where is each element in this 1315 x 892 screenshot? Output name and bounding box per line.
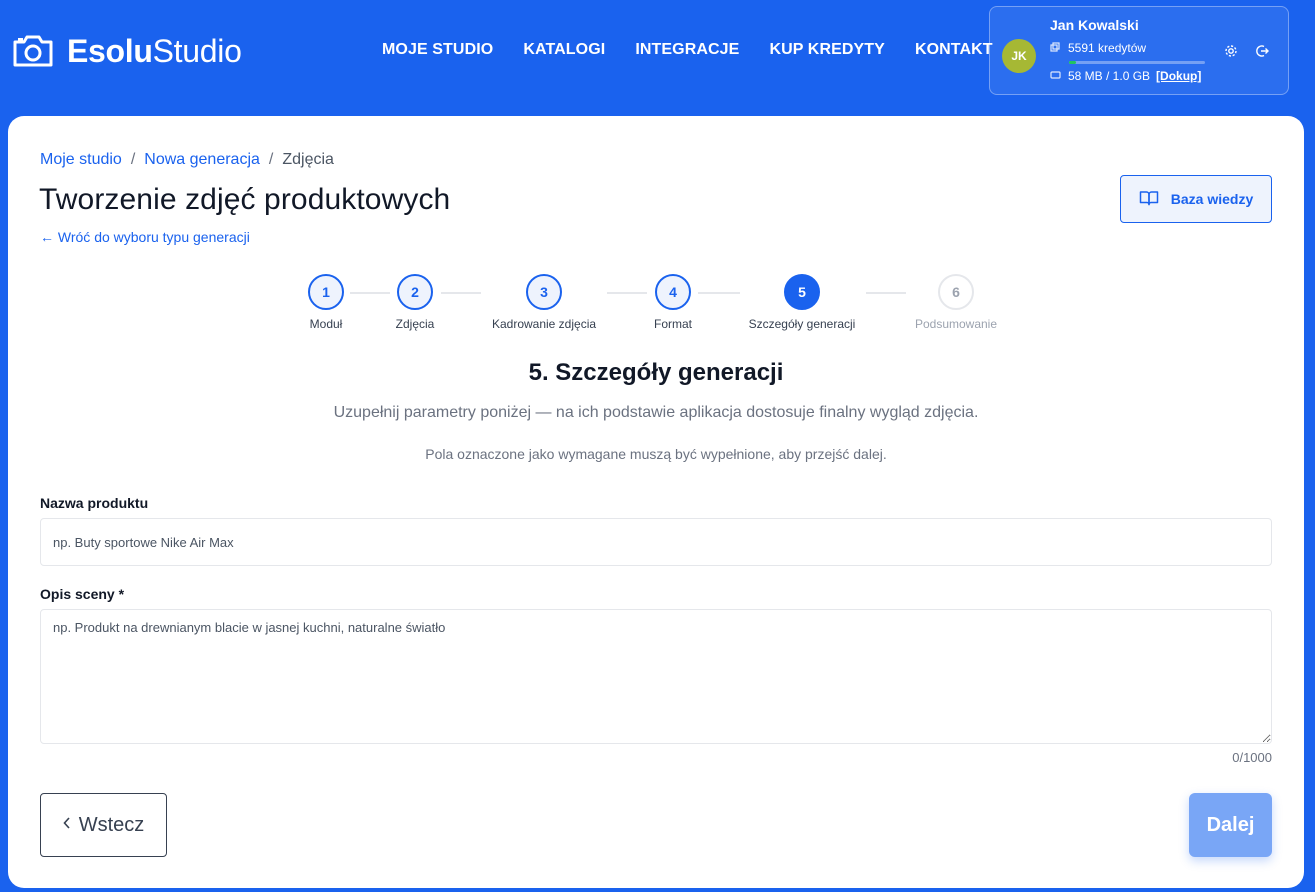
step-label: Zdjęcia <box>395 317 435 331</box>
brand-name: EsoluStudio <box>67 33 242 69</box>
step-number: 4 <box>655 274 691 310</box>
step-6: 6 Podsumowanie <box>886 274 1026 331</box>
nav-kup-kredyty[interactable]: KUP KREDYTY <box>769 40 885 60</box>
nav-integracje[interactable]: INTEGRACJE <box>635 40 739 60</box>
page-title: Tworzenie zdjęć produktowych <box>39 183 451 216</box>
drive-icon <box>1050 70 1062 82</box>
section-subtitle: Uzupełnij parametry poniżej — na ich pod… <box>333 404 979 421</box>
breadcrumb-separator: / <box>268 151 274 168</box>
scene-description-textarea[interactable] <box>40 609 1272 744</box>
step-label: Szczegóły generacji <box>748 317 856 331</box>
avatar[interactable]: JK <box>1002 39 1036 73</box>
step-3[interactable]: 3 Kadrowanie zdjęcia <box>474 274 614 331</box>
step-number: 6 <box>938 274 974 310</box>
coins-icon <box>1050 41 1062 55</box>
knowledge-base-label: Baza wiedzy <box>1170 191 1254 207</box>
breadcrumb-nowa-generacja[interactable]: Nowa generacja <box>144 150 260 170</box>
brand-light: Studio <box>152 33 242 69</box>
step-label: Podsumowanie <box>914 317 998 331</box>
breadcrumb-moje-studio[interactable]: Moje studio <box>40 150 122 170</box>
gear-icon[interactable] <box>1223 43 1239 59</box>
top-navigation-bar: EsoluStudio MOJE STUDIO KATALOGI INTEGRA… <box>0 0 1315 108</box>
nav-moje-studio[interactable]: MOJE STUDIO <box>382 40 493 60</box>
book-icon <box>1139 190 1171 209</box>
brand-bold: Esolu <box>67 33 153 69</box>
character-counter: 0/1000 <box>1232 750 1272 765</box>
step-number: 1 <box>308 274 344 310</box>
main-panel: Moje studio / Nowa generacja / Zdjęcia T… <box>8 116 1304 888</box>
breadcrumb-current: Zdjęcia <box>282 151 334 168</box>
step-4[interactable]: 4 Format <box>603 274 743 331</box>
step-number: 2 <box>397 274 433 310</box>
required-fields-note: Pola oznaczone jako wymagane muszą być w… <box>425 446 887 462</box>
back-to-type-link[interactable]: ← Wróć do wyboru typu generacji <box>40 228 250 246</box>
stepper: 1 Moduł 2 Zdjęcia 3 Kadrowanie zdjęcia 4… <box>8 274 1304 334</box>
scene-description-label: Opis sceny * <box>40 586 125 602</box>
credits-value: 5591 kredytów <box>1068 41 1147 55</box>
step-number: 5 <box>784 274 820 310</box>
breadcrumb: Moje studio / Nowa generacja / Zdjęcia <box>40 150 334 170</box>
back-button-label: Wstecz <box>78 813 145 836</box>
logo[interactable]: EsoluStudio <box>12 33 242 69</box>
step-label: Format <box>653 317 692 331</box>
nav-kontakt[interactable]: KONTAKT <box>915 40 993 60</box>
logout-icon[interactable] <box>1254 43 1270 59</box>
credits-row: 5591 kredytów <box>1050 41 1146 55</box>
storage-row: 58 MB / 1.0 GB [Dokup] <box>1050 69 1201 83</box>
chevron-left-icon <box>63 816 71 834</box>
credits-progress-fill <box>1069 61 1076 64</box>
back-button[interactable]: Wstecz <box>40 793 167 857</box>
product-name-input[interactable] <box>40 518 1272 566</box>
section-heading: 5. Szczegóły generacji <box>528 359 784 386</box>
knowledge-base-button[interactable]: Baza wiedzy <box>1120 175 1272 223</box>
product-name-label: Nazwa produktu <box>40 495 149 511</box>
user-card: JK Jan Kowalski 5591 kredytów 58 MB / 1.… <box>989 6 1289 95</box>
step-5[interactable]: 5 Szczegóły generacji <box>732 274 872 331</box>
next-button[interactable]: Dalej <box>1189 793 1272 857</box>
storage-value: 58 MB / 1.0 GB <box>1068 69 1151 83</box>
main-nav: MOJE STUDIO KATALOGI INTEGRACJE KUP KRED… <box>382 40 1023 60</box>
buy-storage-link[interactable]: [Dokup] <box>1156 69 1201 83</box>
user-name: Jan Kowalski <box>1050 17 1139 33</box>
step-label: Kadrowanie zdjęcia <box>491 317 597 331</box>
step-2[interactable]: 2 Zdjęcia <box>345 274 485 331</box>
camera-icon <box>12 34 54 68</box>
credits-progress <box>1069 61 1205 64</box>
nav-katalogi[interactable]: KATALOGI <box>523 40 605 60</box>
step-number: 3 <box>526 274 562 310</box>
breadcrumb-separator: / <box>130 151 136 168</box>
